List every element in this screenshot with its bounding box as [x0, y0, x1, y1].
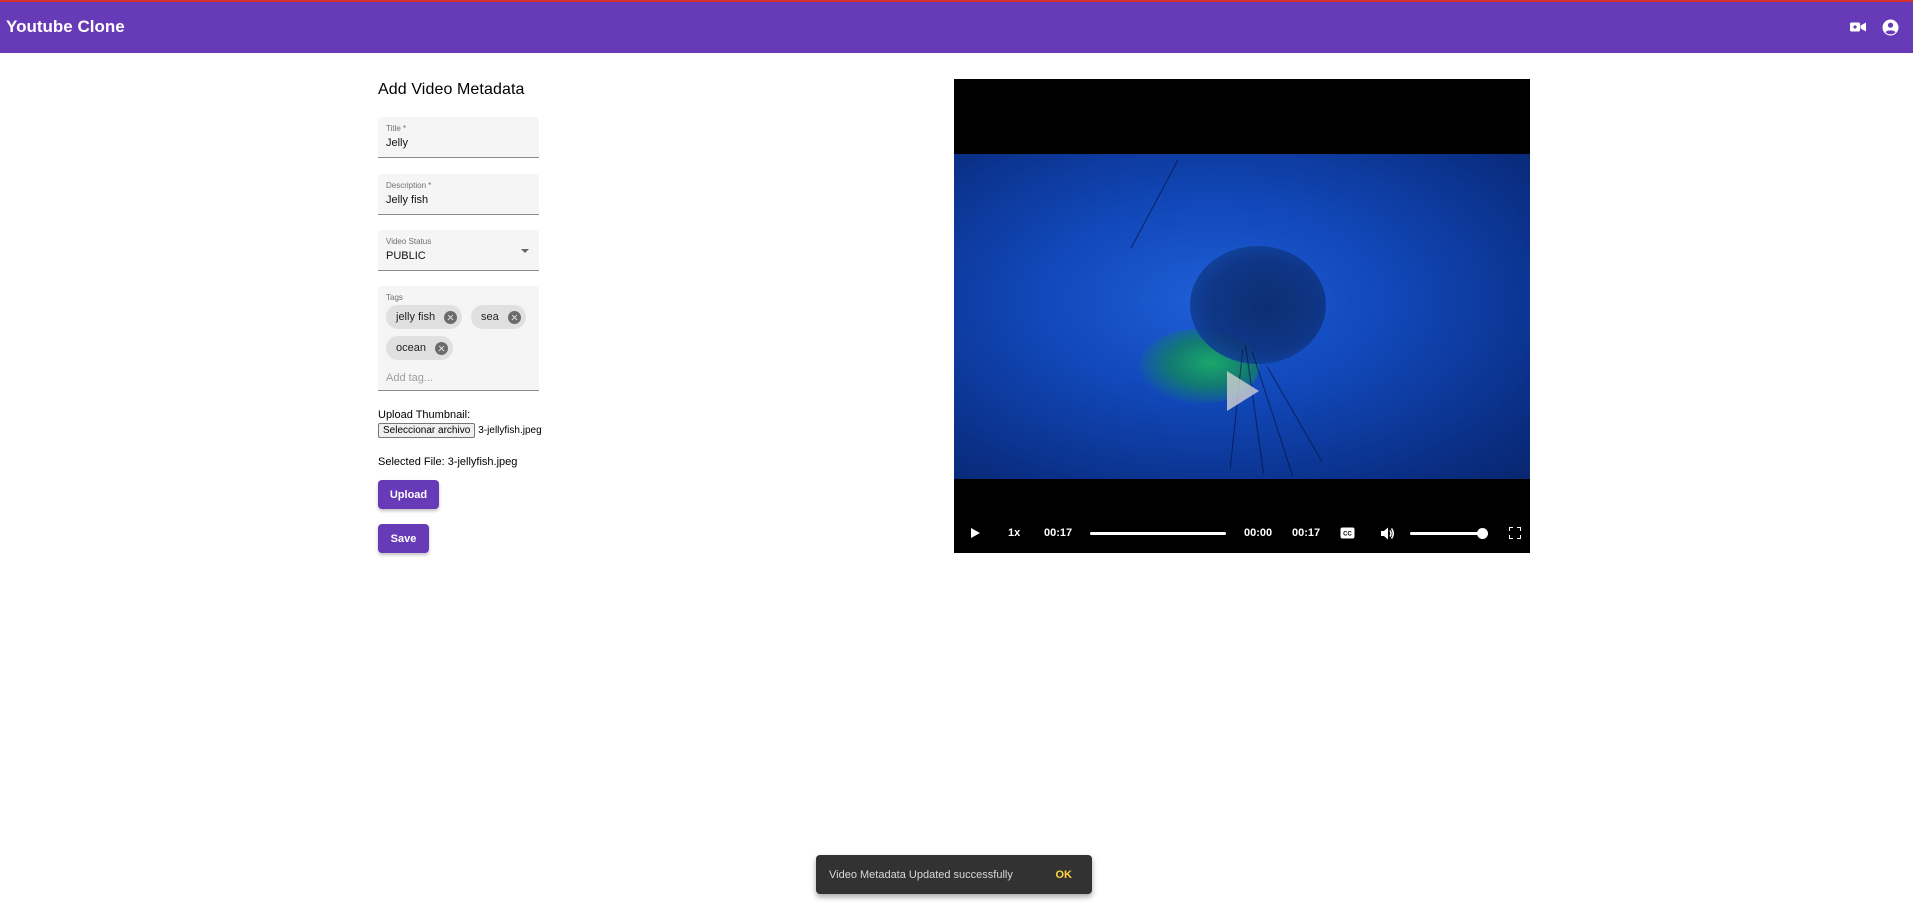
- app-title[interactable]: Youtube Clone: [6, 17, 125, 37]
- upload-section: Upload Thumbnail: Seleccionar archivo 3-…: [378, 0, 618, 560]
- choose-file-button[interactable]: Seleccionar archivo: [378, 423, 476, 438]
- play-icon[interactable]: [969, 527, 981, 539]
- video-frame[interactable]: [954, 154, 1530, 479]
- current-time: 00:00: [1244, 527, 1273, 539]
- volume-knob[interactable]: [1477, 528, 1488, 539]
- upload-button[interactable]: Upload: [378, 480, 439, 509]
- volume-fill: [1410, 532, 1483, 535]
- duration: 00:17: [1292, 527, 1321, 539]
- time-remaining: 00:17: [1044, 527, 1073, 539]
- video-camera-icon[interactable]: [1849, 18, 1867, 36]
- jellyfish-tentacle: [1130, 159, 1179, 249]
- progress-bar[interactable]: [1090, 532, 1226, 535]
- closed-captions-icon[interactable]: CC: [1340, 527, 1355, 539]
- upload-thumbnail-label: Upload Thumbnail:: [378, 409, 471, 421]
- video-controls: 1x 00:17 00:00 00:17 CC: [954, 513, 1530, 553]
- volume-icon[interactable]: [1381, 527, 1395, 540]
- top-toolbar: Youtube Clone: [0, 0, 1913, 53]
- fullscreen-icon[interactable]: [1509, 527, 1521, 539]
- selected-file-text: Selected File: 3-jellyfish.jpeg: [378, 456, 518, 468]
- jellyfish-tentacle: [1266, 366, 1323, 462]
- volume-slider[interactable]: [1410, 528, 1488, 539]
- save-button[interactable]: Save: [378, 524, 429, 553]
- toolbar-icons: [1849, 18, 1899, 36]
- video-player[interactable]: 1x 00:17 00:00 00:17 CC: [954, 79, 1530, 553]
- snackbar-ok-button[interactable]: OK: [1056, 869, 1073, 881]
- progress-fill: [1090, 532, 1226, 535]
- snackbar: Video Metadata Updated successfully OK: [816, 855, 1092, 894]
- playback-speed[interactable]: 1x: [1008, 527, 1020, 539]
- file-chooser: Seleccionar archivo 3-jellyfish.jpeg: [378, 423, 542, 438]
- big-play-icon[interactable]: [1227, 371, 1259, 411]
- account-circle-icon[interactable]: [1881, 18, 1899, 36]
- jellyfish-bell: [1190, 246, 1326, 364]
- svg-text:CC: CC: [1343, 532, 1352, 538]
- snackbar-message: Video Metadata Updated successfully: [829, 868, 1013, 881]
- chosen-file-name: 3-jellyfish.jpeg: [478, 425, 542, 436]
